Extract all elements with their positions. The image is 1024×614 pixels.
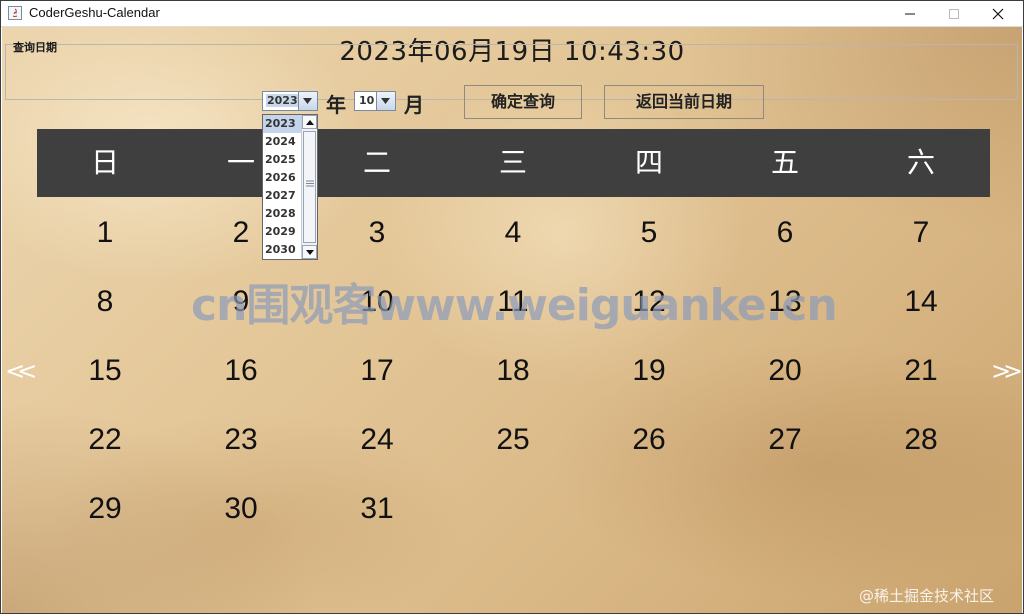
day-cell[interactable]: 25: [445, 423, 581, 457]
chevron-down-icon: [381, 98, 390, 104]
scroll-thumb[interactable]: [303, 131, 316, 243]
next-month-button[interactable]: >>: [991, 357, 1023, 385]
confirm-query-button[interactable]: 确定查询: [464, 85, 582, 119]
day-cell[interactable]: 4: [445, 216, 581, 250]
query-group-title: 查询日期: [13, 41, 57, 54]
year-option[interactable]: 2029: [263, 223, 302, 241]
minimize-button[interactable]: [887, 1, 933, 26]
chevron-down-icon: [306, 250, 314, 255]
window-title: CoderGeshu-Calendar: [29, 5, 160, 20]
year-option[interactable]: 2030: [263, 241, 302, 259]
year-dropdown-button[interactable]: [298, 92, 317, 110]
year-option[interactable]: 2025: [263, 151, 302, 169]
weekday-label: 三: [498, 146, 527, 179]
day-cell[interactable]: 21: [853, 354, 989, 388]
day-cell[interactable]: 27: [717, 423, 853, 457]
month-dropdown-button[interactable]: [376, 92, 395, 110]
weekday-header: 日一二三四五六: [37, 129, 990, 197]
maximize-icon: [949, 9, 959, 19]
year-option[interactable]: 2028: [263, 205, 302, 223]
day-cell[interactable]: 14: [853, 285, 989, 319]
year-option-list: 2023 2024 2025 2026 2027 2028 2029 2030: [263, 115, 302, 259]
weekday-label: 二: [362, 146, 391, 179]
year-select[interactable]: 2023: [262, 91, 318, 111]
scroll-up-button[interactable]: [302, 115, 317, 129]
java-app-icon: [8, 6, 22, 20]
maximize-button[interactable]: [931, 1, 977, 26]
year-option[interactable]: 2027: [263, 187, 302, 205]
weekday-label: 五: [770, 146, 799, 179]
month-label: 月: [404, 93, 424, 117]
day-cell[interactable]: 3: [309, 216, 445, 250]
day-cell[interactable]: 28: [853, 423, 989, 457]
day-cell[interactable]: 1: [37, 216, 173, 250]
day-cell[interactable]: 24: [309, 423, 445, 457]
weekday-label: 六: [906, 146, 935, 179]
day-cell[interactable]: 15: [37, 354, 173, 388]
chevron-up-icon: [306, 120, 314, 125]
year-option[interactable]: 2026: [263, 169, 302, 187]
grip-icon: [306, 180, 314, 187]
chevron-down-icon: [303, 98, 312, 104]
year-list-scrollbar[interactable]: [301, 115, 317, 259]
day-cell[interactable]: 23: [173, 423, 309, 457]
source-watermark: @稀土掘金技术社区: [859, 587, 995, 605]
year-dropdown-list: 2023 2024 2025 2026 2027 2028 2029 2030: [262, 114, 318, 260]
day-cell[interactable]: 7: [853, 216, 989, 250]
year-select-value: 2023: [266, 94, 299, 107]
close-button[interactable]: [975, 1, 1021, 26]
close-icon: [992, 8, 1004, 20]
day-cell[interactable]: 20: [717, 354, 853, 388]
day-cell[interactable]: 5: [581, 216, 717, 250]
day-cell[interactable]: 8: [37, 285, 173, 319]
year-option[interactable]: 2024: [263, 133, 302, 151]
scroll-down-button[interactable]: [302, 245, 317, 259]
day-cell[interactable]: 18: [445, 354, 581, 388]
day-cell[interactable]: 6: [717, 216, 853, 250]
app-window: CoderGeshu-Calendar 2023年06月19日 10:43:30…: [0, 0, 1024, 614]
day-cell[interactable]: 26: [581, 423, 717, 457]
return-today-button[interactable]: 返回当前日期: [604, 85, 764, 119]
day-cell[interactable]: 16: [173, 354, 309, 388]
day-cell[interactable]: 17: [309, 354, 445, 388]
day-cell[interactable]: 29: [37, 492, 173, 526]
day-cell[interactable]: 31: [309, 492, 445, 526]
year-option[interactable]: 2023: [263, 115, 302, 133]
title-bar: CoderGeshu-Calendar: [1, 1, 1023, 27]
day-cell[interactable]: 19: [581, 354, 717, 388]
day-cell[interactable]: 22: [37, 423, 173, 457]
month-select-value: 10: [359, 94, 375, 107]
watermark-text: cn围观客www.weiguanke.cn: [191, 280, 838, 331]
day-cell[interactable]: 30: [173, 492, 309, 526]
previous-month-button[interactable]: <<: [5, 357, 37, 385]
weekday-label: 四: [634, 146, 663, 179]
minimize-icon: [905, 13, 915, 15]
month-select[interactable]: 10: [354, 91, 396, 111]
year-label: 年: [326, 93, 346, 117]
weekday-label: 日: [90, 146, 119, 179]
